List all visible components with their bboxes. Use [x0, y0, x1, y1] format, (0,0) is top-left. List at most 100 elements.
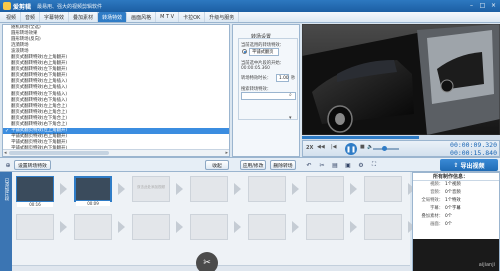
add-icon[interactable]: ⊕ — [4, 161, 12, 169]
transition-arrow-icon[interactable] — [176, 221, 183, 233]
effect-radio[interactable] — [242, 49, 247, 54]
transition-arrow-icon[interactable] — [350, 221, 357, 233]
fullscreen-icon[interactable]: ⛶ — [370, 161, 378, 169]
effect-label: 翻页式翻转特效(左下角合上) — [11, 115, 68, 121]
volume-slider[interactable] — [373, 146, 399, 151]
folder-icon[interactable]: ▤ — [331, 161, 339, 169]
empty-clip-slot[interactable] — [16, 214, 54, 240]
empty-clip-slot[interactable] — [306, 214, 344, 240]
info-row: 全局特效： 1个特效 — [413, 197, 499, 205]
tab-video[interactable]: 视频 — [2, 12, 22, 22]
info-value: 0个字幕 — [445, 206, 461, 211]
collapse-button[interactable]: 收起 — [205, 160, 229, 170]
effect-label: 翻页式翻转特效(右下角翻开) — [11, 73, 68, 79]
settings-icon[interactable]: ⚙ — [357, 161, 365, 169]
transition-arrow-icon[interactable] — [292, 221, 299, 233]
empty-clip-slot[interactable] — [132, 214, 170, 240]
tab-upgrade[interactable]: 升级与服务 — [205, 12, 240, 22]
info-value: 0个 — [445, 214, 453, 219]
title-bar: 爱剪辑 最易用、强大的视频剪辑软件 – □ × — [0, 0, 500, 12]
clip-start-value: 00:00:05.360 — [241, 66, 270, 71]
transition-arrow-icon[interactable] — [118, 221, 125, 233]
info-key: 叠加素材： — [421, 214, 443, 219]
info-row: 视频： 1个视频 — [413, 181, 499, 189]
transition-settings-panel: 转场设置 当前选用的转场特效： 平铺式翻页 当前选中片段的开始： 00:00:0… — [232, 24, 300, 157]
info-rows: 视频： 1个视频 音频： 0个音频 全局特效： 1个特效 字幕： 0个字幕 叠加素材： 0个 画面：… — [413, 181, 499, 229]
tab-picture-style[interactable]: 画面风格 — [127, 12, 157, 22]
empty-clip-slot[interactable] — [190, 176, 228, 202]
info-key: 画面： — [430, 222, 443, 227]
tab-karaoke[interactable]: 卡拉OK — [179, 12, 206, 22]
tab-mtv[interactable]: M T V — [156, 12, 180, 22]
timeline-clip[interactable]: 00:09 — [74, 176, 112, 206]
transition-arrow-icon[interactable] — [234, 183, 241, 195]
playback-progress-fill — [302, 136, 419, 139]
empty-clip-slot[interactable] — [74, 214, 112, 240]
snapshot-icon[interactable]: ▣ — [344, 161, 352, 169]
set-transition-button[interactable]: 设置转场特效 — [14, 160, 51, 170]
volume-knob[interactable] — [382, 146, 388, 151]
tab-audio[interactable]: 音频 — [21, 12, 41, 22]
split-icon[interactable]: ✂ — [318, 161, 326, 169]
play-pause-button[interactable]: ❚❚ — [345, 143, 357, 155]
transition-arrow-icon[interactable] — [234, 221, 241, 233]
empty-clip-slot[interactable] — [364, 176, 402, 202]
effect-label: 平铺式翻页特效(左下角翻开) — [11, 139, 68, 145]
info-row: 叠加素材： 0个 — [413, 213, 499, 221]
info-value: 1个特效 — [445, 198, 461, 203]
empty-clip-slot[interactable]: 双击此处添加视频 — [132, 176, 170, 202]
transition-arrow-icon[interactable] — [292, 183, 299, 195]
scroll-right-icon[interactable]: ▸ — [225, 150, 228, 156]
video-frame-image — [302, 24, 500, 135]
search-effect-input[interactable] — [241, 92, 296, 100]
delete-transition-button[interactable]: 删除转场 — [270, 160, 296, 170]
tab-transitions[interactable]: 转场特效 — [98, 12, 128, 22]
scroll-left-icon[interactable]: ◂ — [4, 150, 7, 156]
transition-arrow-icon[interactable] — [60, 221, 67, 233]
effect-label: 翻页式翻转特效(右上角合上) — [11, 109, 68, 115]
empty-clip-slot[interactable] — [364, 214, 402, 240]
effect-label: 翻页式翻转特效(左上角插入) — [11, 79, 68, 85]
export-video-button[interactable]: ⇪ 导出视频 — [440, 159, 498, 171]
action-toolbar: ⊕ 设置转场特效 收起 应用/修改 删除转场 ↶ ✂ ▤ ▣ ⚙ ⛶ ⇪ 导出视频 — [0, 157, 500, 172]
undo-icon[interactable]: ↶ — [305, 161, 313, 169]
clip-duration: 00:16 — [17, 202, 53, 207]
info-key: 字幕： — [430, 206, 443, 211]
timeline-clip[interactable]: 00:16 — [16, 176, 54, 207]
close-button[interactable]: × — [489, 1, 498, 10]
apply-modify-button[interactable]: 应用/修改 — [240, 160, 266, 170]
add-video-placeholder: 双击此处添加视频 — [137, 185, 165, 189]
transition-arrow-icon[interactable] — [118, 183, 125, 195]
effect-label: 圆形转场效果 — [11, 31, 38, 37]
production-info-panel: 所有制作信息： 视频： 1个视频 音频： 0个音频 全局特效： 1个特效 字幕： 0个字幕 叠加… — [412, 172, 500, 271]
scrollbar-thumb[interactable] — [9, 151, 109, 155]
empty-clip-slot[interactable] — [248, 214, 286, 240]
export-label: 导出视频 — [460, 162, 485, 170]
prev-frame-icon[interactable]: |◀ — [331, 144, 337, 150]
panel-scroll-down-icon[interactable]: ▾ — [289, 115, 295, 121]
rewind-icon[interactable]: ◀◀ — [317, 144, 325, 150]
search-icon[interactable]: ⌕ — [289, 92, 292, 98]
info-preview-area: aijianji — [413, 239, 499, 271]
effect-list-scrollbar[interactable]: ◂ ▸ — [3, 149, 229, 156]
export-icon: ⇪ — [453, 161, 459, 169]
minimize-button[interactable]: – — [467, 1, 476, 10]
speed-label[interactable]: 2X — [306, 145, 313, 151]
empty-clip-slot[interactable] — [248, 176, 286, 202]
empty-clip-slot[interactable] — [190, 214, 228, 240]
transition-arrow-icon[interactable] — [350, 183, 357, 195]
tab-subtitle-effects[interactable]: 字幕特效 — [40, 12, 70, 22]
stop-icon[interactable]: ■ — [360, 144, 365, 150]
app-title: 爱剪辑 — [13, 3, 32, 11]
cut-tool-button[interactable]: ✂ — [196, 252, 218, 271]
video-preview[interactable] — [302, 24, 500, 135]
transition-arrow-icon[interactable] — [60, 183, 67, 195]
tab-overlay[interactable]: 叠加素材 — [69, 12, 99, 22]
empty-clip-slot[interactable] — [306, 176, 344, 202]
effect-label: 翻页式翻转特效(左下角翻开) — [11, 67, 68, 73]
scissors-icon: ✂ — [203, 258, 211, 268]
maximize-button[interactable]: □ — [478, 1, 487, 10]
duration-input[interactable]: 1.00 — [276, 74, 289, 82]
transition-arrow-icon[interactable] — [176, 183, 183, 195]
transition-effect-list[interactable]: 随机转场(全选) 圆形转场效果 圆形转场(反向) 涟漪转场 波浪转场 翻页式翻转特效(左上… — [3, 25, 229, 151]
